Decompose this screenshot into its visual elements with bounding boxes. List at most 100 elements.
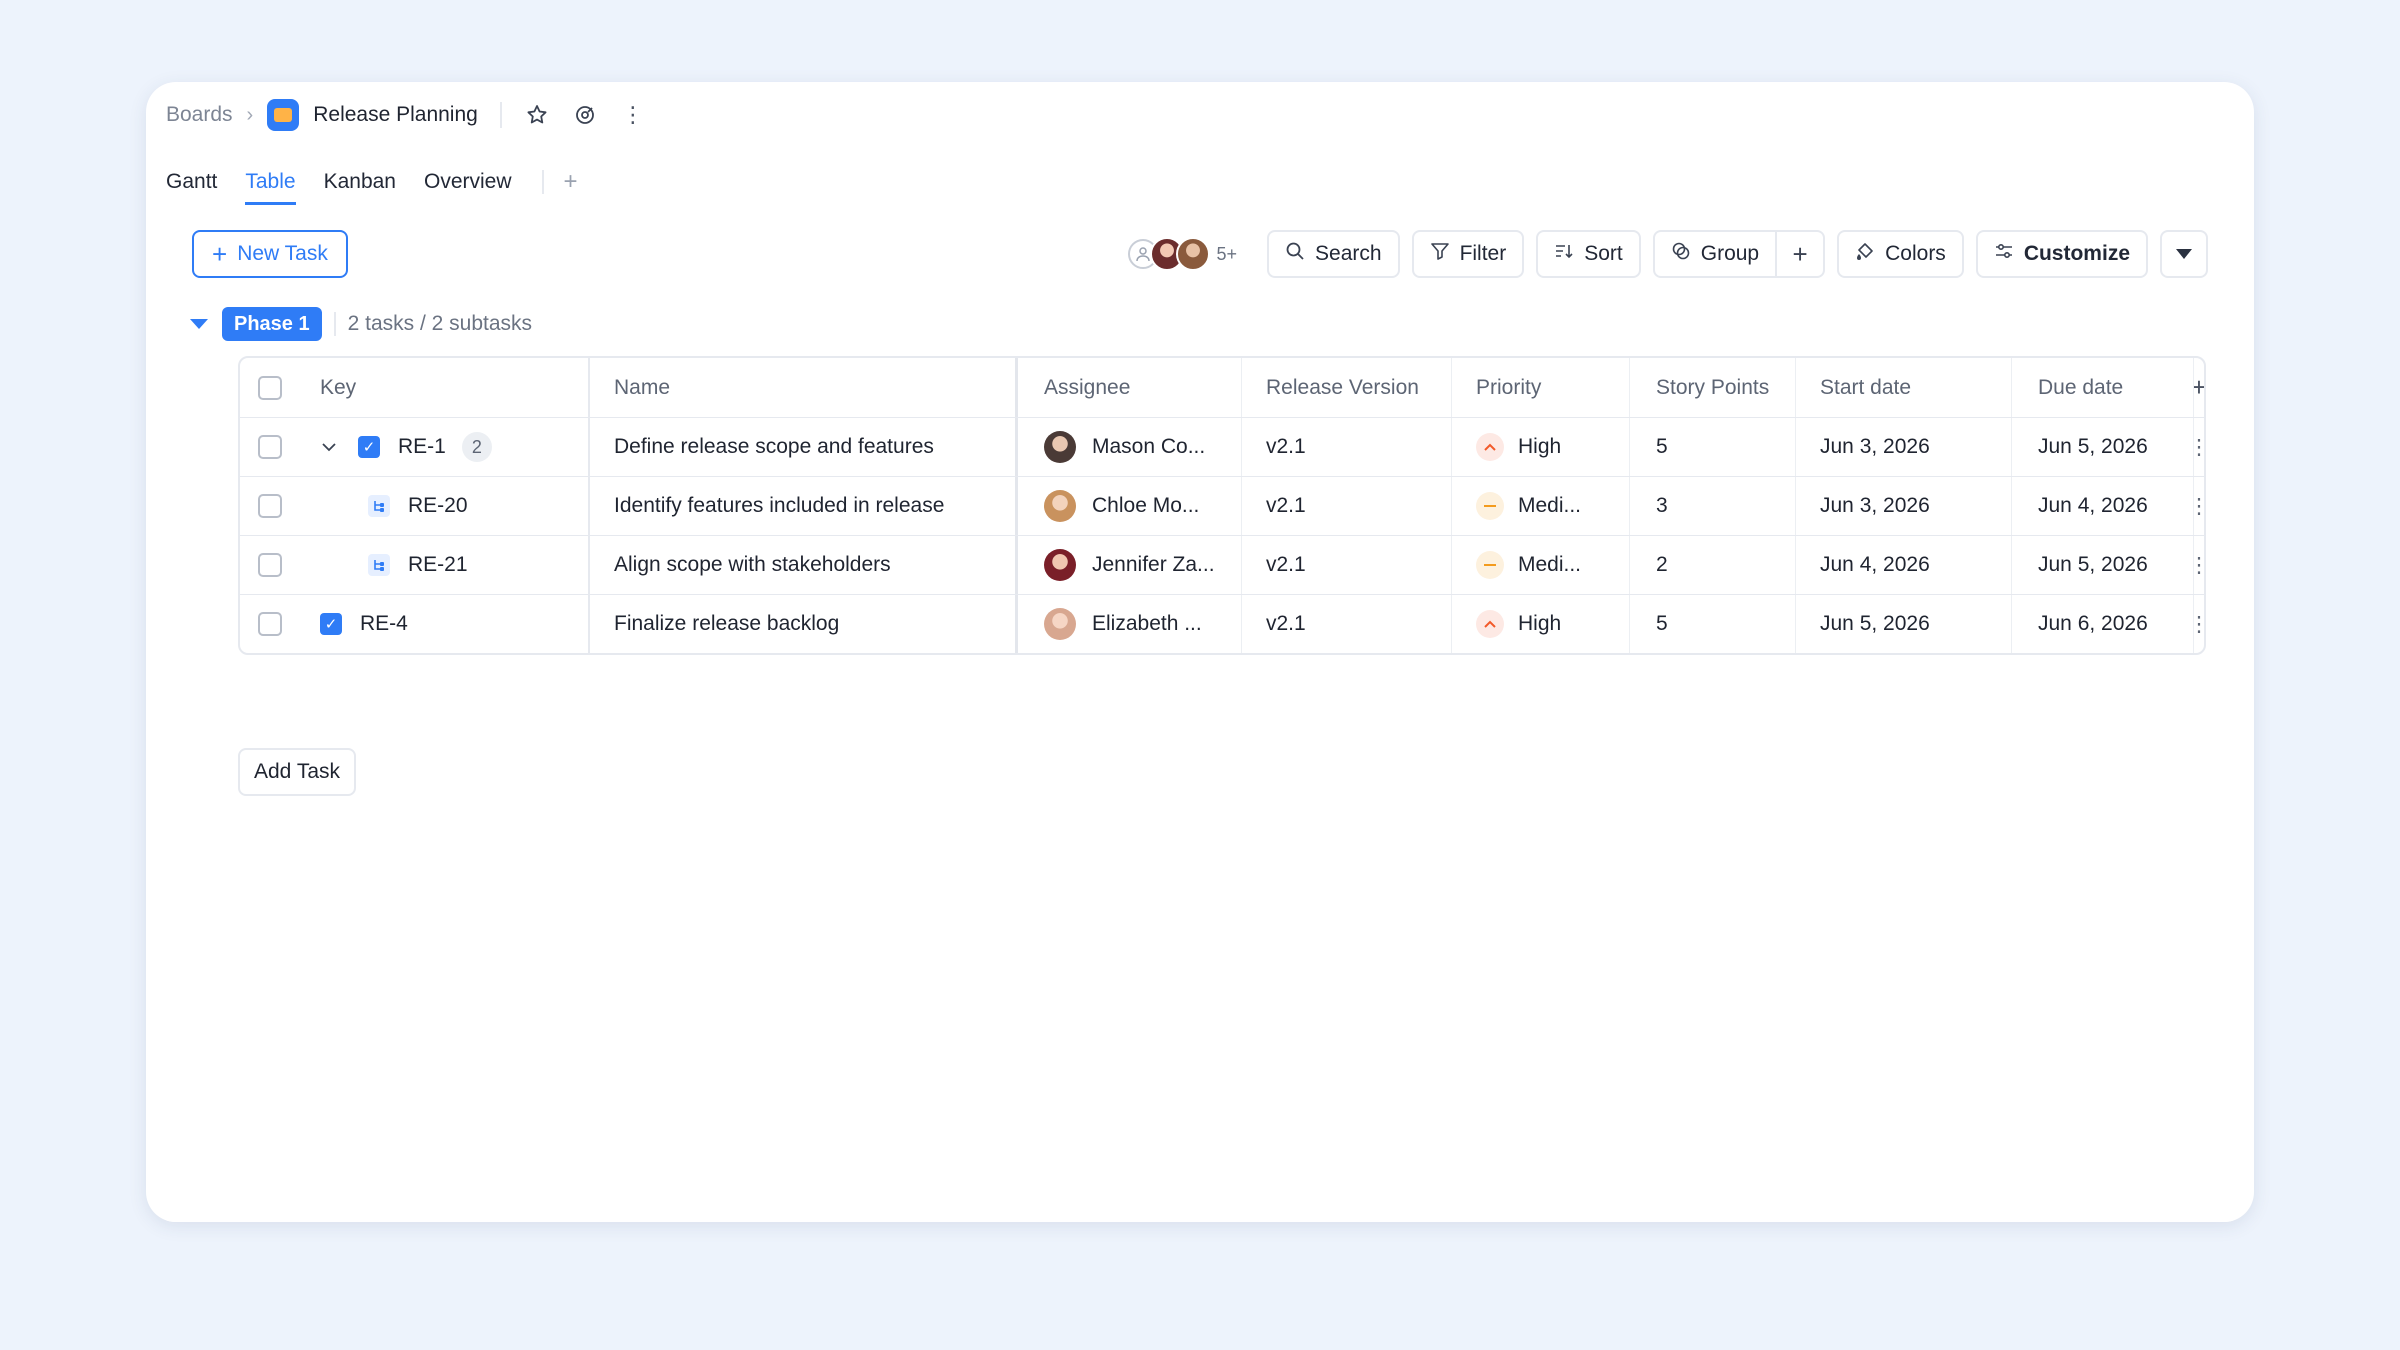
task-key[interactable]: RE-4 — [360, 612, 408, 636]
app-window: Boards › Release Planning ⋮ Gantt Table … — [146, 82, 2254, 1222]
start-date[interactable]: Jun 4, 2026 — [1796, 536, 2012, 594]
subtask-type-icon — [368, 554, 390, 576]
phase-1-header[interactable]: Phase 1 2 tasks / 2 subtasks — [190, 306, 532, 342]
star-icon[interactable] — [524, 102, 550, 128]
row-checkbox[interactable] — [240, 418, 300, 476]
start-date[interactable]: Jun 3, 2026 — [1796, 477, 2012, 535]
assignee-name: Chloe Mo... — [1092, 494, 1200, 517]
divider — [499, 102, 502, 128]
tab-gantt[interactable]: Gantt — [166, 170, 217, 202]
column-header-due-date[interactable]: Due date — [2012, 358, 2194, 417]
story-points[interactable]: 2 — [1630, 536, 1796, 594]
release-version[interactable]: v2.1 — [1242, 595, 1452, 653]
row-checkbox[interactable] — [240, 536, 300, 594]
table-header-row: Key Name Assignee Release Version Priori… — [240, 358, 2204, 417]
table-row[interactable]: ✓ RE-1 2 Define release scope and featur… — [240, 417, 2204, 476]
column-header-assignee[interactable]: Assignee — [1018, 358, 1242, 417]
table-scroll-area: Phase 1 2 tasks / 2 subtasks Key Name As… — [166, 206, 2234, 1222]
table-row[interactable]: ✓ RE-4 Finalize release backlog Elizabet… — [240, 594, 2204, 653]
tab-table[interactable]: Table — [245, 170, 296, 205]
task-name[interactable]: Identify features included in release — [590, 477, 1018, 535]
table-row[interactable]: RE-21 Align scope with stakeholders Jenn… — [240, 535, 2204, 594]
board-icon — [267, 99, 300, 131]
priority-cell[interactable]: High — [1452, 418, 1630, 476]
task-type-icon: ✓ — [320, 613, 342, 635]
priority-cell[interactable]: High — [1452, 595, 1630, 653]
add-view-icon[interactable]: + — [541, 170, 578, 194]
select-all-checkbox[interactable] — [240, 358, 300, 417]
table-row[interactable]: RE-20 Identify features included in rele… — [240, 476, 2204, 535]
chevron-right-icon: › — [246, 103, 254, 126]
priority-label: High — [1518, 435, 1562, 458]
due-date[interactable]: Jun 5, 2026 — [2012, 536, 2194, 594]
row-more-icon[interactable]: ⋮ — [2194, 477, 2204, 535]
priority-medium-icon — [1476, 551, 1504, 579]
due-date[interactable]: Jun 5, 2026 — [2012, 418, 2194, 476]
row-checkbox[interactable] — [240, 595, 300, 653]
add-task-button[interactable]: Add Task — [238, 748, 356, 796]
row-more-icon[interactable]: ⋮ — [2194, 418, 2204, 476]
assignee-cell[interactable]: Jennifer Za... — [1018, 536, 1242, 594]
priority-cell[interactable]: Medi... — [1452, 477, 1630, 535]
board-title[interactable]: Release Planning — [313, 103, 478, 127]
subtask-type-icon — [368, 495, 390, 517]
caret-down-icon[interactable] — [190, 319, 208, 329]
row-checkbox[interactable] — [240, 477, 300, 535]
task-name[interactable]: Define release scope and features — [590, 418, 1018, 476]
subtask-count-badge: 2 — [461, 432, 492, 462]
story-points[interactable]: 5 — [1630, 418, 1796, 476]
column-header-priority[interactable]: Priority — [1452, 358, 1630, 417]
priority-medium-icon — [1476, 492, 1504, 520]
task-type-icon: ✓ — [358, 436, 380, 458]
phase-badge: Phase 1 — [222, 307, 322, 341]
top-bar: Boards › Release Planning ⋮ — [166, 82, 2234, 148]
column-header-name[interactable]: Name — [590, 358, 1018, 417]
assignee-name: Mason Co... — [1092, 435, 1206, 458]
row-more-icon[interactable]: ⋮ — [2194, 595, 2204, 653]
more-vertical-icon[interactable]: ⋮ — [620, 102, 646, 128]
priority-label: Medi... — [1518, 553, 1582, 576]
table-panel: + New Task 5+ Search Filter Sort Group +… — [166, 206, 2234, 1222]
release-version[interactable]: v2.1 — [1242, 536, 1452, 594]
task-key[interactable]: RE-1 — [398, 435, 446, 459]
assignee-cell[interactable]: Elizabeth ... — [1018, 595, 1242, 653]
priority-high-icon — [1476, 610, 1504, 638]
start-date[interactable]: Jun 3, 2026 — [1796, 418, 2012, 476]
tab-overview[interactable]: Overview — [424, 170, 512, 202]
breadcrumb-boards[interactable]: Boards — [166, 103, 233, 127]
add-column-button[interactable]: + — [2194, 358, 2204, 417]
release-version[interactable]: v2.1 — [1242, 477, 1452, 535]
assignee-name: Elizabeth ... — [1092, 612, 1202, 635]
phase-1-table: Key Name Assignee Release Version Priori… — [238, 356, 2206, 655]
avatar — [1044, 490, 1076, 522]
task-name[interactable]: Finalize release backlog — [590, 595, 1018, 653]
task-key[interactable]: RE-21 — [408, 553, 468, 577]
task-key[interactable]: RE-20 — [408, 494, 468, 518]
plus-icon: + — [2194, 372, 2204, 403]
task-name[interactable]: Align scope with stakeholders — [590, 536, 1018, 594]
avatar — [1044, 431, 1076, 463]
story-points[interactable]: 3 — [1630, 477, 1796, 535]
start-date[interactable]: Jun 5, 2026 — [1796, 595, 2012, 653]
chevron-down-icon[interactable] — [320, 442, 338, 452]
priority-label: High — [1518, 612, 1562, 635]
story-points[interactable]: 5 — [1630, 595, 1796, 653]
avatar — [1044, 608, 1076, 640]
column-header-release[interactable]: Release Version — [1242, 358, 1452, 417]
share-icon[interactable] — [572, 102, 598, 128]
avatar — [1044, 549, 1076, 581]
phase-count: 2 tasks / 2 subtasks — [333, 312, 532, 336]
column-header-story-points[interactable]: Story Points — [1630, 358, 1796, 417]
due-date[interactable]: Jun 4, 2026 — [2012, 477, 2194, 535]
assignee-cell[interactable]: Chloe Mo... — [1018, 477, 1242, 535]
assignee-name: Jennifer Za... — [1092, 553, 1215, 576]
release-version[interactable]: v2.1 — [1242, 418, 1452, 476]
priority-label: Medi... — [1518, 494, 1582, 517]
tab-kanban[interactable]: Kanban — [324, 170, 396, 202]
due-date[interactable]: Jun 6, 2026 — [2012, 595, 2194, 653]
assignee-cell[interactable]: Mason Co... — [1018, 418, 1242, 476]
column-header-start-date[interactable]: Start date — [1796, 358, 2012, 417]
row-more-icon[interactable]: ⋮ — [2194, 536, 2204, 594]
priority-cell[interactable]: Medi... — [1452, 536, 1630, 594]
column-header-key[interactable]: Key — [300, 358, 590, 417]
